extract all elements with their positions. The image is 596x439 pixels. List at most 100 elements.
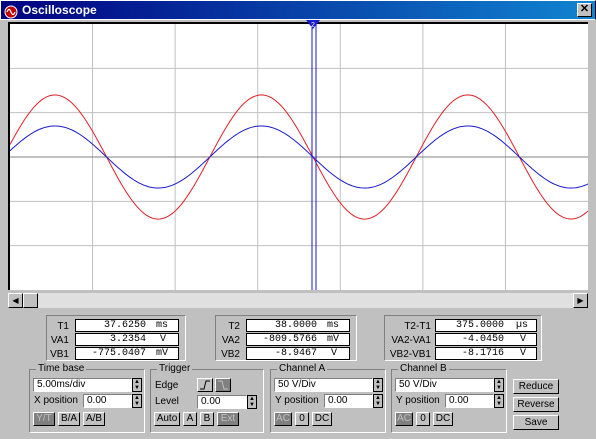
dva-unit: V (520, 334, 527, 345)
channel-a-title: Channel A (277, 363, 328, 374)
dvb-field: -8.1716 V (435, 347, 537, 360)
t2-unit: ms (327, 320, 340, 331)
dva-label: VA2-VA1 (391, 335, 431, 346)
timebase-scale-field[interactable]: 5.00ms/div (33, 378, 132, 392)
channel-a-ac-button[interactable]: AC (274, 412, 292, 426)
level-spinner[interactable]: ▲ ▼ (247, 395, 257, 409)
va2-unit: mV (327, 334, 340, 345)
va2-field: -809.5766 mV (246, 333, 350, 346)
level-field[interactable]: 0.00 (197, 395, 247, 409)
dt-unit: µs (516, 320, 529, 331)
vb2-value: -8.9467 (274, 348, 317, 359)
dt-field: 375.0000 µs (435, 319, 537, 332)
channel-a-dc-button[interactable]: DC (312, 412, 332, 426)
falling-edge-icon[interactable] (215, 378, 231, 392)
dva-field: -4.0450 V (435, 333, 537, 346)
channel-a-ypos-field[interactable]: 0.00 (324, 394, 373, 408)
va1-unit: V (160, 334, 167, 345)
trigger-title: Trigger (157, 363, 193, 374)
channel-b-zero-button[interactable]: 0 (416, 412, 430, 426)
title-bar[interactable]: Oscilloscope ✕ (0, 0, 596, 20)
channel-b-ac-button[interactable]: AC (395, 412, 413, 426)
t1-unit: ms (156, 320, 169, 331)
rising-edge-icon[interactable] (197, 378, 213, 392)
t2-field: 38.0000 ms (246, 319, 350, 332)
timebase-spinner[interactable]: ▲ ▼ (132, 378, 142, 392)
xpos-field[interactable]: 0.00 (83, 394, 132, 408)
spin-down-icon[interactable]: ▼ (495, 385, 503, 391)
horizontal-scrollbar[interactable]: ◀ ▶ (8, 293, 588, 308)
trigger-a-button[interactable]: A (183, 412, 197, 426)
channel-a-group: Channel A 50 V/Div ▲ ▼ Y position 0.00 ▲ ▼… (270, 363, 386, 433)
save-button[interactable]: Save (513, 415, 559, 430)
t2-label: T2 (228, 321, 240, 332)
mode-ab-button[interactable]: A/B (83, 412, 105, 426)
mode-ba-button[interactable]: B/A (58, 412, 80, 426)
vb2-field: -8.9467 V (246, 347, 350, 360)
vb1-field: -775.0407 mV (75, 347, 179, 360)
readout-panel-3: T2-T1 375.0000 µs VA2-VA1 -4.0450 V VB2-… (384, 315, 542, 361)
spin-down-icon[interactable]: ▼ (133, 385, 141, 391)
t1-value: 37.6250 (103, 320, 146, 331)
vb1-unit: mV (156, 348, 169, 359)
reduce-button[interactable]: Reduce (513, 379, 559, 394)
dvb-label: VB2-VB1 (389, 349, 431, 360)
close-button[interactable]: ✕ (577, 3, 592, 17)
dvb-value: -8.1716 (461, 348, 504, 359)
window-title: Oscilloscope (22, 3, 97, 17)
channel-a-ypos-spinner[interactable]: ▲ ▼ (373, 394, 383, 408)
vb1-value: -775.0407 (91, 348, 146, 359)
channel-b-scale-field[interactable]: 50 V/Div (395, 378, 494, 392)
scope-screen[interactable] (9, 24, 589, 290)
channel-b-title: Channel B (398, 363, 449, 374)
va2-label: VA2 (221, 335, 240, 346)
level-label: Level (155, 396, 179, 407)
scope-display (9, 24, 589, 290)
spin-down-icon[interactable]: ▼ (133, 401, 141, 407)
t1-label: T1 (57, 321, 69, 332)
dvb-unit: V (520, 348, 527, 359)
cursor-2-marker[interactable]: 2 (306, 20, 320, 30)
t2-value: 38.0000 (274, 320, 317, 331)
spin-down-icon[interactable]: ▼ (374, 401, 382, 407)
va1-label: VA1 (50, 335, 69, 346)
dt-value: 375.0000 (455, 320, 504, 331)
channel-b-scale-spinner[interactable]: ▲ ▼ (494, 378, 504, 392)
spin-down-icon[interactable]: ▼ (374, 385, 382, 391)
spin-down-icon[interactable]: ▼ (248, 402, 256, 408)
xpos-spinner[interactable]: ▲ ▼ (132, 394, 142, 408)
trigger-group: Trigger Edge Level 0.00 ▲ ▼ Auto A B Ext (150, 363, 264, 433)
scroll-left-icon[interactable]: ◀ (8, 293, 23, 308)
trigger-b-button[interactable]: B (200, 412, 214, 426)
app-icon (4, 5, 18, 19)
scroll-thumb[interactable] (23, 293, 38, 308)
channel-b-ypos-label: Y position (396, 395, 440, 406)
trigger-ext-button[interactable]: Ext (217, 412, 239, 426)
channel-a-scale-spinner[interactable]: ▲ ▼ (373, 378, 383, 392)
channel-b-dc-button[interactable]: DC (433, 412, 453, 426)
va1-field: 3.2354 V (75, 333, 179, 346)
timebase-title: Time base (36, 363, 87, 374)
readout-panel-2: T2 38.0000 ms VA2 -809.5766 mV VB2 -8.94… (215, 315, 357, 361)
trigger-auto-button[interactable]: Auto (154, 412, 180, 426)
scroll-track[interactable] (23, 293, 573, 308)
t1-field: 37.6250 ms (75, 319, 179, 332)
channel-a-scale-field[interactable]: 50 V/Div (274, 378, 373, 392)
edge-label: Edge (155, 380, 179, 391)
dva-value: -4.0450 (461, 334, 504, 345)
channel-a-ypos-label: Y position (275, 395, 319, 406)
vb2-label: VB2 (221, 349, 240, 360)
mode-yt-button[interactable]: Y/T (33, 412, 55, 426)
xpos-label: X position (34, 395, 78, 406)
readout-panel-1: T1 37.6250 ms VA1 3.2354 V VB1 -775.0407… (46, 315, 186, 361)
channel-b-ypos-spinner[interactable]: ▲ ▼ (494, 394, 504, 408)
timebase-group: Time base 5.00ms/div ▲ ▼ X position 0.00 … (29, 363, 145, 433)
channel-a-zero-button[interactable]: 0 (295, 412, 309, 426)
scroll-right-icon[interactable]: ▶ (573, 293, 588, 308)
channel-b-ypos-field[interactable]: 0.00 (445, 394, 494, 408)
vb1-label: VB1 (50, 349, 69, 360)
cursor-2-label: 2 (311, 22, 315, 29)
dt-label: T2-T1 (404, 321, 431, 332)
reverse-button[interactable]: Reverse (513, 397, 559, 412)
spin-down-icon[interactable]: ▼ (495, 401, 503, 407)
